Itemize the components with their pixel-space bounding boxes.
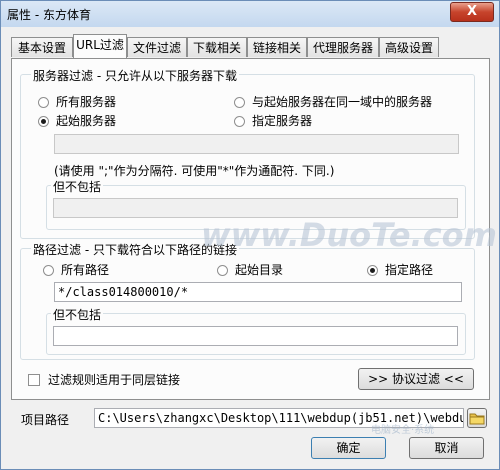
radio-specified-servers[interactable]: 指定服务器 [234,112,312,129]
wildcard-hint: (请使用 ";"作为分隔符. 可使用"*"作为通配符. 下同.) [54,164,335,178]
watermark-logo: www.DuoTe.com [201,216,497,254]
properties-dialog: 属性 - 东方体育 X 基本设置 URL过滤 文件过滤 下载相关 链接相关 代理… [0,0,500,470]
radio-indicator [234,97,245,108]
close-button[interactable]: X [450,2,494,22]
tab-file-filter[interactable]: 文件过滤 [127,37,187,57]
radio-label: 起始目录 [235,263,284,277]
radio-label: 所有路径 [61,263,110,277]
radio-start-server[interactable]: 起始服务器 [38,112,116,129]
tab-proxy[interactable]: 代理服务器 [307,37,379,57]
tab-download[interactable]: 下载相关 [187,37,247,57]
tab-advanced[interactable]: 高级设置 [379,37,439,57]
radio-all-servers[interactable]: 所有服务器 [38,93,116,110]
server-filter-group: 服务器过滤 - 只允许从以下服务器下载 所有服务器 与起始服务器在同一域中的服务… [20,67,475,239]
radio-indicator [43,265,54,276]
radio-label: 指定服务器 [252,114,313,128]
close-icon: X [466,4,478,19]
path-input[interactable]: */class014800010/* [54,282,462,302]
project-path-label: 项目路径 [21,413,70,427]
tab-url-filter[interactable]: URL过滤 [73,34,127,58]
radio-all-paths[interactable]: 所有路径 [43,261,109,278]
tab-links[interactable]: 链接相关 [247,37,307,57]
radio-indicator [234,116,245,127]
radio-label: 起始服务器 [56,114,117,128]
radio-specified-paths[interactable]: 指定路径 [367,261,433,278]
radio-indicator [367,265,378,276]
checkbox-box [28,374,40,386]
tab-basic-settings[interactable]: 基本设置 [11,37,73,57]
server-exclude-input[interactable] [53,198,458,218]
server-exclude-legend: 但不包括 [51,178,104,195]
radio-indicator [217,265,228,276]
folder-icon [469,413,485,425]
servers-input[interactable] [54,134,459,154]
browse-folder-button[interactable] [467,408,487,428]
radio-label: 指定路径 [385,263,434,277]
path-exclude-group: 但不包括 [46,306,466,355]
path-filter-group: 路径过滤 - 只下载符合以下路径的链接 所有路径 起始目录 指定路径 */cla… [20,241,475,360]
path-exclude-input[interactable] [53,326,458,346]
ok-button[interactable]: 确定 [311,437,386,459]
radio-label: 与起始服务器在同一域中的服务器 [252,95,433,109]
checkbox-label: 过滤规则适用于同层链接 [48,373,181,387]
path-exclude-legend: 但不包括 [51,306,104,323]
title-bar: 属性 - 东方体育 X [1,1,499,27]
radio-start-directory[interactable]: 起始目录 [217,261,283,278]
radio-indicator [38,116,49,127]
window-title: 属性 - 东方体育 [7,8,91,22]
protocol-filter-button[interactable]: >> 协议过滤 << [358,368,474,390]
cancel-button[interactable]: 取消 [409,437,484,459]
watermark-subtitle: 电脑安全·系统 [371,425,435,436]
radio-same-domain-servers[interactable]: 与起始服务器在同一域中的服务器 [234,93,432,110]
radio-label: 所有服务器 [56,95,117,109]
radio-indicator [38,97,49,108]
same-level-checkbox[interactable]: 过滤规则适用于同层链接 [28,371,180,388]
server-filter-legend: 服务器过滤 - 只允许从以下服务器下载 [31,67,239,84]
